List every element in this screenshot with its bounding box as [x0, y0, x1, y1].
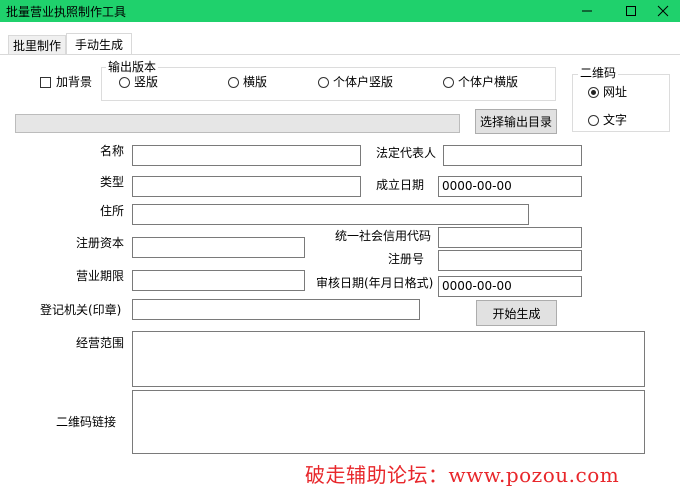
close-button[interactable] — [640, 0, 680, 22]
maximize-icon — [626, 6, 636, 16]
established-label: 成立日期 — [376, 178, 425, 192]
layout-radio-individual-landscape[interactable] — [443, 77, 454, 88]
term-label: 营业期限 — [76, 269, 125, 283]
approval-date-input[interactable]: 0000-00-00 — [438, 276, 582, 297]
tab-strip-divider — [0, 54, 680, 55]
generate-button[interactable]: 开始生成 — [476, 300, 557, 326]
qr-radio-text[interactable] — [588, 115, 599, 126]
layout-radio-landscape[interactable] — [228, 77, 239, 88]
capital-label: 注册资本 — [76, 236, 125, 250]
tab-manual[interactable]: 手动生成 — [66, 33, 132, 55]
layout-radio-individual-landscape-label: 个体户横版 — [458, 75, 519, 89]
background-checkbox-label: 加背景 — [56, 75, 93, 89]
background-checkbox[interactable] — [40, 77, 51, 88]
address-input[interactable] — [132, 204, 529, 225]
qr-link-textarea[interactable] — [132, 390, 645, 454]
layout-radio-portrait[interactable] — [119, 77, 130, 88]
qr-radio-text-label: 文字 — [603, 113, 628, 127]
reg-no-label: 注册号 — [388, 252, 425, 266]
name-input[interactable] — [132, 145, 361, 166]
close-icon — [657, 5, 669, 17]
layout-radio-portrait-label: 竖版 — [134, 75, 159, 89]
output-path-field[interactable] — [15, 114, 460, 133]
minimize-icon — [582, 10, 592, 12]
approval-date-label: 审核日期(年月日格式) — [316, 276, 434, 290]
credit-code-label: 统一社会信用代码 — [335, 229, 432, 243]
reg-no-input[interactable] — [438, 250, 582, 271]
window-title: 批量营业执照制作工具 — [6, 5, 127, 19]
layout-radio-landscape-label: 横版 — [243, 75, 268, 89]
layout-group-title: 输出版本 — [106, 60, 159, 74]
qr-group-title: 二维码 — [578, 66, 619, 80]
layout-radio-individual-portrait[interactable] — [318, 77, 329, 88]
layout-radio-individual-portrait-label: 个体户竖版 — [333, 75, 394, 89]
qr-radio-url-label: 网址 — [603, 85, 628, 99]
established-input[interactable]: 0000-00-00 — [438, 176, 582, 197]
tab-batch[interactable]: 批里制作 — [8, 35, 66, 55]
credit-code-input[interactable] — [438, 227, 582, 248]
qr-radio-url[interactable] — [588, 87, 599, 98]
capital-input[interactable] — [132, 237, 305, 258]
type-input[interactable] — [132, 176, 361, 197]
watermark-text: 破走辅助论坛：www.pozou.com — [305, 463, 620, 487]
scope-label: 经营范围 — [76, 336, 125, 350]
qr-link-label: 二维码链接 — [56, 415, 117, 429]
authority-input[interactable] — [132, 299, 420, 320]
address-label: 住所 — [100, 204, 125, 218]
minimize-button[interactable] — [564, 0, 610, 22]
select-output-dir-button[interactable]: 选择输出目录 — [475, 109, 557, 134]
type-label: 类型 — [100, 175, 125, 189]
term-input[interactable] — [132, 270, 305, 291]
scope-textarea[interactable] — [132, 331, 645, 387]
legal-rep-input[interactable] — [443, 145, 582, 166]
authority-label: 登记机关(印章) — [40, 303, 122, 317]
name-label: 名称 — [100, 144, 125, 158]
legal-rep-label: 法定代表人 — [376, 146, 437, 160]
